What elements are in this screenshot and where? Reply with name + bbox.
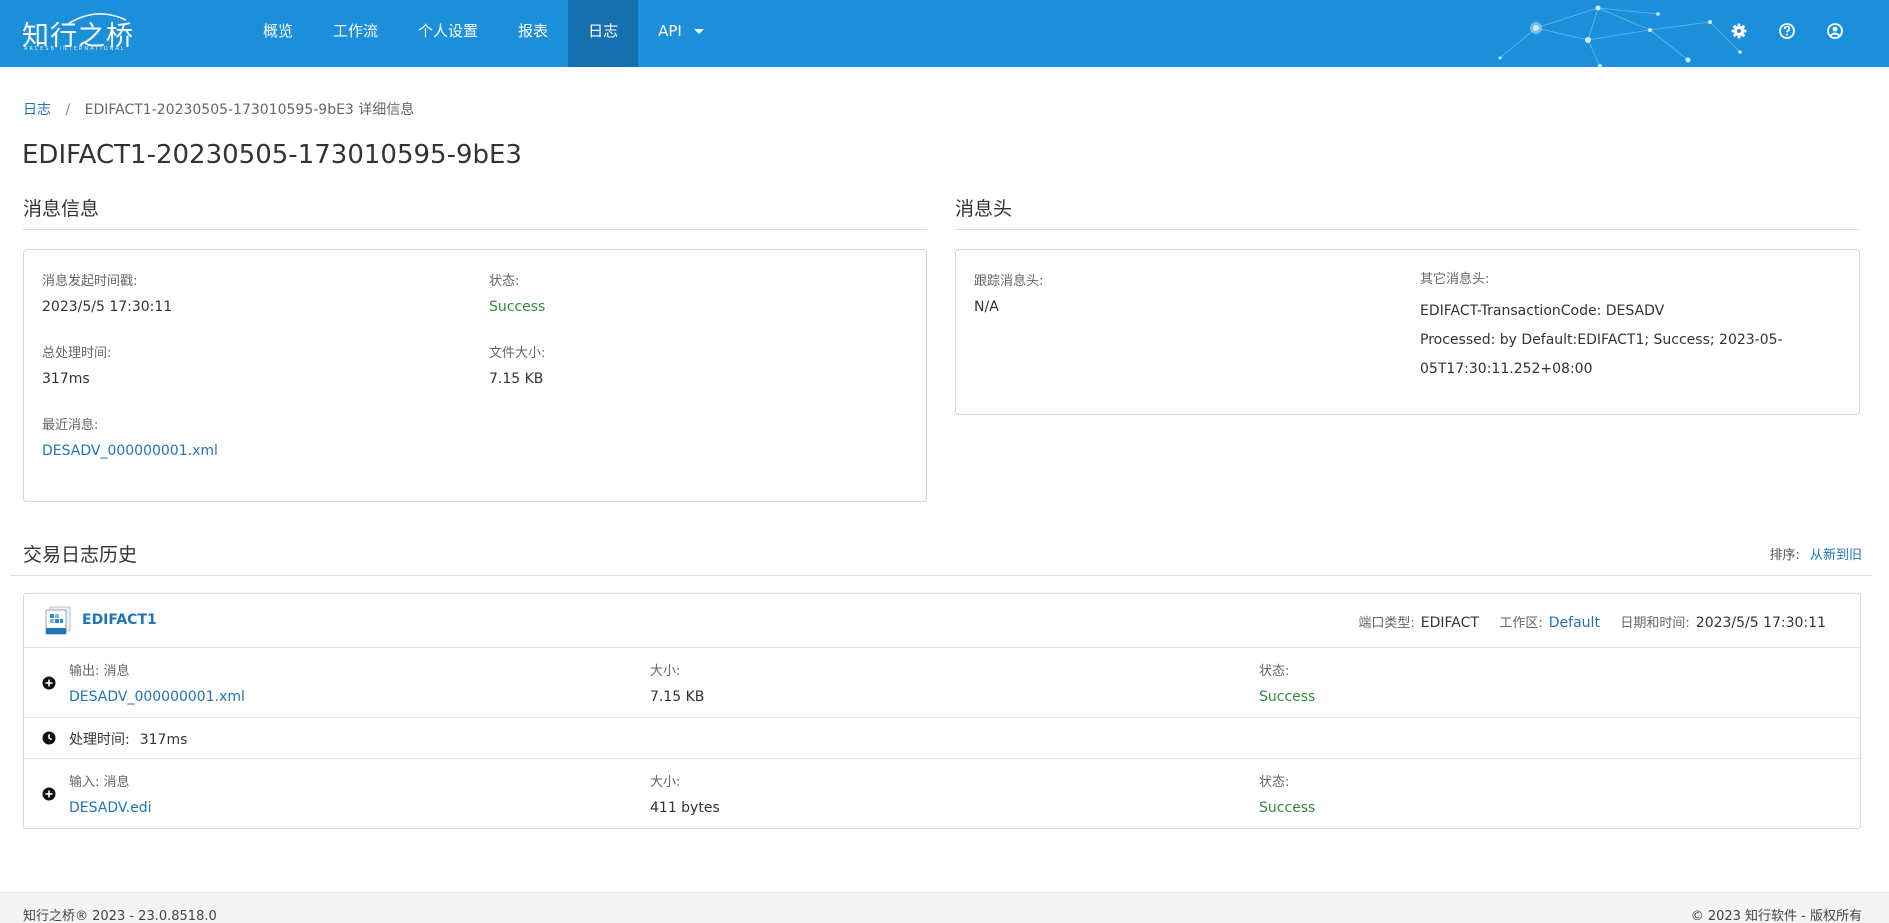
other-header-line-3: 05T17:30:11.252+08:00: [1420, 361, 1593, 377]
expand-plus-icon[interactable]: [42, 676, 56, 690]
trace-header-value: N/A: [974, 299, 999, 315]
trace-header-label: 跟踪消息头:: [974, 274, 1044, 289]
output-file-link[interactable]: DESADV_000000001.xml: [69, 689, 245, 705]
brand-subtitle: ARCESB INTERNATIONAL: [24, 46, 126, 52]
sort-order-link[interactable]: 从新到旧: [1810, 548, 1862, 563]
status-value: Success: [489, 299, 546, 315]
processing-time: 处理时间: 317ms: [69, 729, 187, 749]
breadcrumb-logs-link[interactable]: 日志: [23, 102, 51, 118]
datetime-label: 日期和时间:: [1620, 616, 1690, 631]
output-status-label: 状态:: [1259, 664, 1290, 679]
file-size-field: 文件大小: 7.15 KB: [489, 342, 545, 387]
input-message-label: 输入: 消息: [69, 775, 130, 790]
other-header-line-2: Processed: by Default:EDIFACT1; Success;…: [1420, 332, 1783, 348]
port-name-link[interactable]: EDIFACT1: [82, 612, 157, 628]
main-nav: 概览 工作流 个人设置 报表 日志 API: [243, 0, 724, 67]
recent-message-field: 最近消息: DESADV_000000001.xml: [42, 414, 218, 459]
timestamp-value: 2023/5/5 17:30:11: [42, 299, 173, 315]
port-type-label: 端口类型:: [1358, 616, 1415, 631]
status-field: 状态: Success: [489, 270, 545, 315]
nav-item-reports[interactable]: 报表: [498, 0, 568, 67]
recent-message-label: 最近消息:: [42, 418, 99, 433]
other-headers-field: 其它消息头: EDIFACT-TransactionCode: DESADV P…: [1420, 268, 1820, 384]
message-info-card: 消息发起时间戳: 2023/5/5 17:30:11 状态: Success 总…: [23, 249, 927, 502]
output-status-value: Success: [1259, 689, 1316, 705]
sort-control: 排序: 从新到旧: [1769, 544, 1862, 563]
timestamp-field: 消息发起时间戳: 2023/5/5 17:30:11: [42, 270, 172, 315]
history-row-input: 输入: 消息 DESADV.edi 大小: 411 bytes 状态: Succ…: [24, 759, 1860, 829]
message-header-title: 消息头: [955, 190, 1860, 230]
trace-header-field: 跟踪消息头: N/A: [974, 270, 1043, 315]
input-size-label: 大小:: [650, 775, 681, 790]
port-type-value: EDIFACT: [1420, 615, 1479, 631]
output-size-cell: 大小: 7.15 KB: [650, 660, 704, 705]
history-row-output: 输出: 消息 DESADV_000000001.xml 大小: 7.15 KB …: [24, 648, 1860, 718]
output-message-label: 输出: 消息: [69, 664, 130, 679]
input-size-value: 411 bytes: [650, 800, 720, 816]
edifact-port-icon: [45, 606, 71, 635]
input-message-cell: 输入: 消息 DESADV.edi: [69, 771, 152, 816]
processing-time-label: 处理时间:: [69, 732, 130, 748]
input-status-value: Success: [1259, 800, 1316, 816]
footer-version: 知行之桥® 2023 - 23.0.8518.0: [23, 909, 217, 923]
port-header: EDIFACT1 端口类型: EDIFACT 工作区: Default 日期和时间:…: [24, 594, 1860, 648]
recent-message-link[interactable]: DESADV_000000001.xml: [42, 443, 218, 459]
output-size-value: 7.15 KB: [650, 689, 705, 705]
footer-copyright: © 2023 知行软件 - 版权所有: [1690, 909, 1862, 923]
input-status-cell: 状态: Success: [1259, 771, 1315, 816]
breadcrumb: 日志 / EDIFACT1-20230505-173010595-9bE3 详细…: [23, 99, 414, 119]
output-size-label: 大小:: [650, 664, 681, 679]
timestamp-label: 消息发起时间戳:: [42, 274, 138, 289]
message-info-title: 消息信息: [23, 190, 927, 230]
breadcrumb-separator: /: [65, 102, 71, 118]
output-status-cell: 状态: Success: [1259, 660, 1315, 705]
footer: 知行之桥® 2023 - 23.0.8518.0 © 2023 知行软件 - 版…: [0, 892, 1889, 923]
user-icon[interactable]: [1825, 21, 1845, 41]
history-title: 交易日志历史: [23, 544, 138, 566]
file-size-value: 7.15 KB: [489, 371, 544, 387]
caret-down-icon: [693, 29, 704, 34]
total-time-value: 317ms: [42, 371, 90, 387]
brand-logo[interactable]: 知行之桥 ARCESB INTERNATIONAL: [22, 12, 133, 56]
input-size-cell: 大小: 411 bytes: [650, 771, 720, 816]
nav-item-workflow[interactable]: 工作流: [313, 0, 398, 67]
breadcrumb-current: EDIFACT1-20230505-173010595-9bE3 详细信息: [84, 102, 415, 118]
page-title: EDIFACT1-20230505-173010595-9bE3: [22, 140, 522, 170]
input-status-label: 状态:: [1259, 775, 1290, 790]
nav-item-profile[interactable]: 个人设置: [398, 0, 498, 67]
gear-icon[interactable]: [1729, 21, 1749, 41]
total-time-label: 总处理时间:: [42, 346, 112, 361]
other-headers-label: 其它消息头:: [1420, 272, 1490, 287]
file-size-label: 文件大小:: [489, 346, 546, 361]
datetime-value: 2023/5/5 17:30:11: [1695, 615, 1826, 631]
status-label: 状态:: [489, 274, 520, 289]
clock-icon: [42, 731, 56, 745]
port-meta: 端口类型: EDIFACT 工作区: Default 日期和时间: 2023/5/5 …: [1358, 612, 1826, 631]
sort-label: 排序:: [1769, 548, 1800, 563]
processing-time-value: 317ms: [139, 732, 188, 748]
other-header-line-1: EDIFACT-TransactionCode: DESADV: [1420, 303, 1665, 319]
output-message-cell: 输出: 消息 DESADV_000000001.xml: [69, 660, 245, 705]
nav-item-overview[interactable]: 概览: [243, 0, 313, 67]
expand-plus-icon[interactable]: [42, 787, 56, 801]
history-card: EDIFACT1 端口类型: EDIFACT 工作区: Default 日期和时间:…: [23, 593, 1861, 829]
history-row-processing: 处理时间: 317ms: [24, 718, 1860, 759]
workspace-label: 工作区:: [1499, 616, 1543, 631]
total-time-field: 总处理时间: 317ms: [42, 342, 111, 387]
history-header: 交易日志历史 排序: 从新到旧: [10, 536, 1872, 576]
nav-item-logs[interactable]: 日志: [568, 0, 639, 67]
workspace-link[interactable]: Default: [1549, 615, 1600, 631]
help-icon[interactable]: [1777, 21, 1797, 41]
nav-item-api[interactable]: API: [638, 0, 724, 67]
nav-item-api-label: API: [658, 22, 682, 40]
top-navbar: 知行之桥 ARCESB INTERNATIONAL 概览 工作流 个人设置 报表…: [0, 0, 1889, 67]
input-file-link[interactable]: DESADV.edi: [69, 800, 152, 816]
